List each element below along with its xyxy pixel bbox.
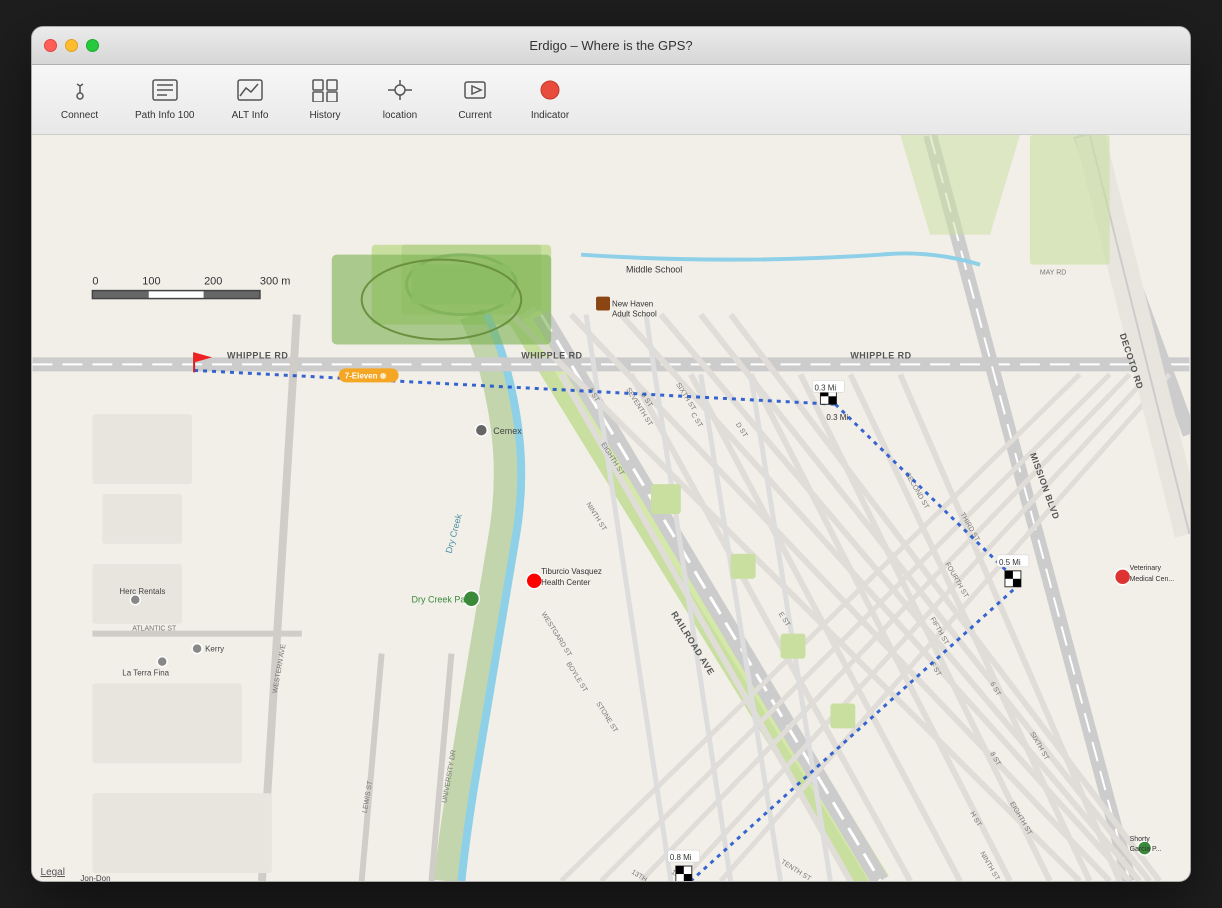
connect-icon [68, 78, 92, 106]
svg-text:0.3 Mi: 0.3 Mi [814, 383, 836, 392]
svg-text:200: 200 [204, 276, 222, 288]
current-icon [461, 78, 489, 106]
svg-text:0.3 Mi: 0.3 Mi [826, 413, 848, 422]
svg-text:Shorty: Shorty [1130, 836, 1151, 843]
svg-text:La Terra Fina: La Terra Fina [122, 669, 169, 678]
svg-text:Veterinary: Veterinary [1130, 565, 1162, 572]
svg-text:7-Eleven ⊕: 7-Eleven ⊕ [345, 371, 387, 380]
history-label: History [309, 110, 340, 121]
svg-text:Legal: Legal [41, 867, 65, 878]
svg-text:New Haven: New Haven [612, 300, 653, 309]
path-info-icon [151, 78, 179, 106]
location-label: location [383, 110, 417, 121]
svg-text:MAY RD: MAY RD [1040, 270, 1066, 277]
svg-text:Cemex: Cemex [493, 426, 522, 436]
svg-text:WHIPPLE RD: WHIPPLE RD [227, 350, 288, 360]
traffic-lights [44, 39, 99, 52]
toolbar: Connect Path Info 100 ALT [32, 65, 1190, 135]
history-icon [311, 78, 339, 106]
svg-text:0.8 Mi: 0.8 Mi [670, 853, 692, 862]
toolbar-indicator[interactable]: Indicator [523, 74, 578, 125]
svg-text:300 m: 300 m [260, 276, 291, 288]
toolbar-history[interactable]: History [298, 74, 353, 125]
svg-text:Medical Cen...: Medical Cen... [1130, 576, 1175, 583]
toolbar-alt-info[interactable]: ALT Info [223, 74, 278, 125]
window-title: Erdigo – Where is the GPS? [529, 38, 692, 53]
app-window: Erdigo – Where is the GPS? Connect [31, 26, 1191, 882]
svg-text:0.5 Mi: 0.5 Mi [999, 558, 1021, 567]
toolbar-path-info[interactable]: Path Info 100 [127, 74, 203, 125]
svg-text:WHIPPLE RD: WHIPPLE RD [521, 350, 582, 360]
map-svg: Dry Creek [32, 135, 1190, 881]
toolbar-connect[interactable]: Connect [52, 74, 107, 125]
titlebar: Erdigo – Where is the GPS? [32, 27, 1190, 65]
svg-text:ATLANTIC ST: ATLANTIC ST [132, 626, 177, 633]
current-label: Current [458, 110, 491, 121]
svg-text:WHIPPLE RD: WHIPPLE RD [850, 350, 911, 360]
svg-text:Middle School: Middle School [626, 265, 682, 275]
svg-text:Garcia P...: Garcia P... [1130, 846, 1162, 853]
map-container[interactable]: Dry Creek [32, 135, 1190, 881]
close-button[interactable] [44, 39, 57, 52]
svg-text:100: 100 [142, 276, 160, 288]
svg-text:Herc Rentals: Herc Rentals [119, 587, 165, 596]
svg-text:Health Center: Health Center [541, 578, 591, 587]
svg-text:Jon-Don: Jon-Don [80, 874, 110, 881]
alt-info-label: ALT Info [232, 110, 269, 121]
toolbar-current[interactable]: Current [448, 74, 503, 125]
indicator-icon [538, 78, 562, 106]
connect-label: Connect [61, 110, 98, 121]
svg-text:Adult School: Adult School [612, 310, 657, 319]
path-info-label: Path Info 100 [135, 110, 195, 121]
svg-text:Tiburcio Vasquez: Tiburcio Vasquez [541, 567, 602, 576]
svg-text:Dry Creek Park: Dry Creek Park [412, 595, 474, 605]
location-icon [386, 78, 414, 106]
toolbar-location[interactable]: location [373, 74, 428, 125]
minimize-button[interactable] [65, 39, 78, 52]
alt-info-icon [236, 78, 264, 106]
svg-text:Kerry: Kerry [205, 645, 224, 654]
maximize-button[interactable] [86, 39, 99, 52]
indicator-label: Indicator [531, 110, 569, 121]
svg-text:0: 0 [92, 276, 98, 288]
